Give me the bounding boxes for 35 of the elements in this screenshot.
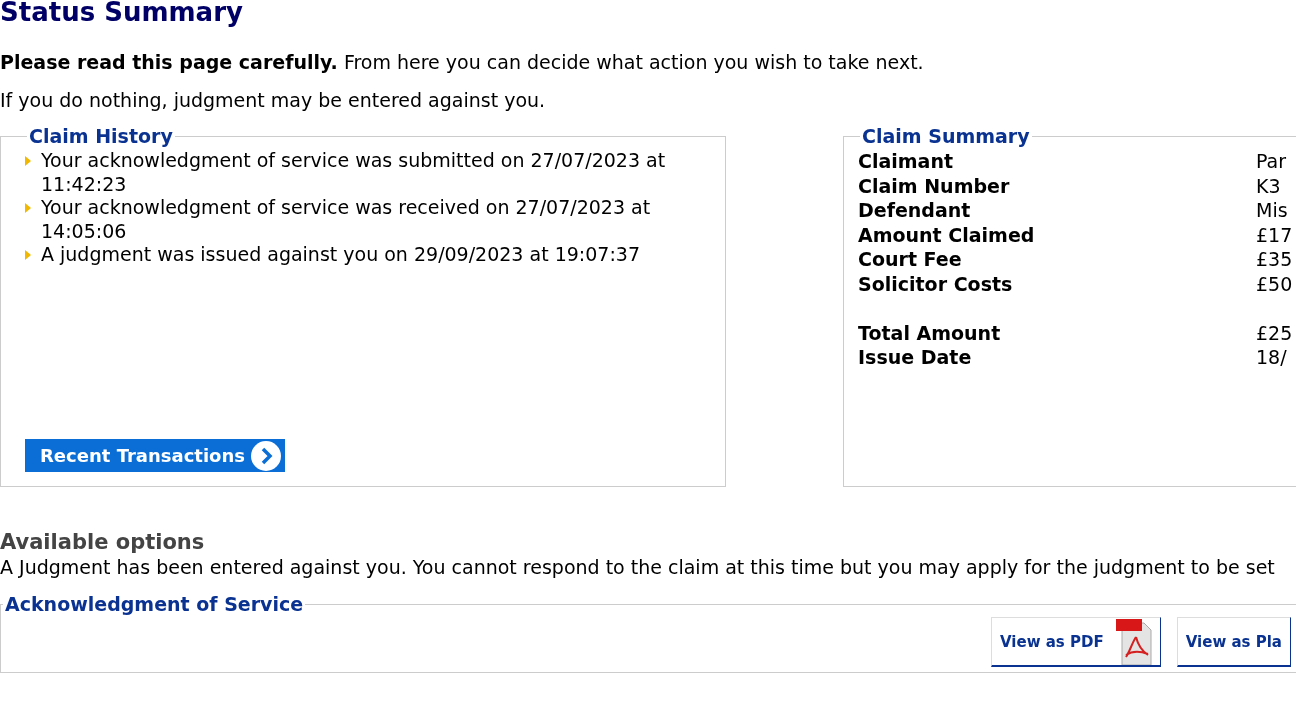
summary-label: Amount Claimed bbox=[858, 222, 1036, 247]
summary-label: Defendant bbox=[858, 198, 972, 223]
summary-value: £35 bbox=[1256, 247, 1293, 272]
summary-value: Mis bbox=[1256, 198, 1288, 223]
history-event: A judgment was issued against you on 29/09/2023 at 19:07:37 bbox=[41, 243, 640, 267]
summary-value: 18/ bbox=[1256, 345, 1287, 370]
summary-value: £25 bbox=[1256, 320, 1293, 345]
pdf-file-icon bbox=[1115, 618, 1152, 665]
history-event: Your acknowledgment of service was submitted on 27/07/2023 at 11:42:23 bbox=[41, 149, 667, 196]
summary-value: Par bbox=[1256, 149, 1287, 174]
bullet-arrow-icon bbox=[25, 156, 31, 166]
bullet-arrow-icon bbox=[25, 250, 31, 260]
view-button[interactable]: View as PDF bbox=[991, 617, 1161, 667]
summary-label: Solicitor Costs bbox=[858, 271, 1014, 296]
summary-value: £50 bbox=[1256, 271, 1293, 296]
summary-label: Total Amount bbox=[858, 320, 1002, 345]
panel-title: Acknowledgment of Service bbox=[4, 593, 305, 615]
chevron-right-icon bbox=[251, 440, 281, 471]
summary-label: Issue Date bbox=[858, 345, 973, 370]
history-event: Your acknowledgment of service was received on 27/07/2023 at 14:05:06 bbox=[41, 196, 652, 243]
view-button[interactable]: View as Pla bbox=[1176, 617, 1291, 667]
bullet-arrow-icon bbox=[25, 203, 31, 213]
summary-label: Claimant bbox=[858, 149, 955, 174]
summary-label: Claim Number bbox=[858, 173, 1011, 198]
warning-text: If you do nothing, judgment may be entered against you. bbox=[0, 89, 546, 111]
panel-title: Claim History bbox=[28, 125, 174, 147]
panel-title: Claim Summary bbox=[861, 125, 1031, 147]
page-title: Status Summary bbox=[0, 0, 243, 27]
intro-text: Please read this page carefully. From here you can decide what action you wish to take next. bbox=[0, 51, 924, 73]
summary-value: £17 bbox=[1256, 222, 1293, 247]
section-heading: Available options bbox=[0, 529, 206, 555]
summary-label: Court Fee bbox=[858, 247, 963, 272]
summary-value: K3 bbox=[1256, 173, 1281, 198]
options-text: A Judgment has been entered against you. You cannot respond to the claim at this time but you may apply for the judgment to be set bbox=[0, 555, 1275, 579]
recent-transactions-button[interactable]: Recent Transactions bbox=[25, 439, 285, 472]
